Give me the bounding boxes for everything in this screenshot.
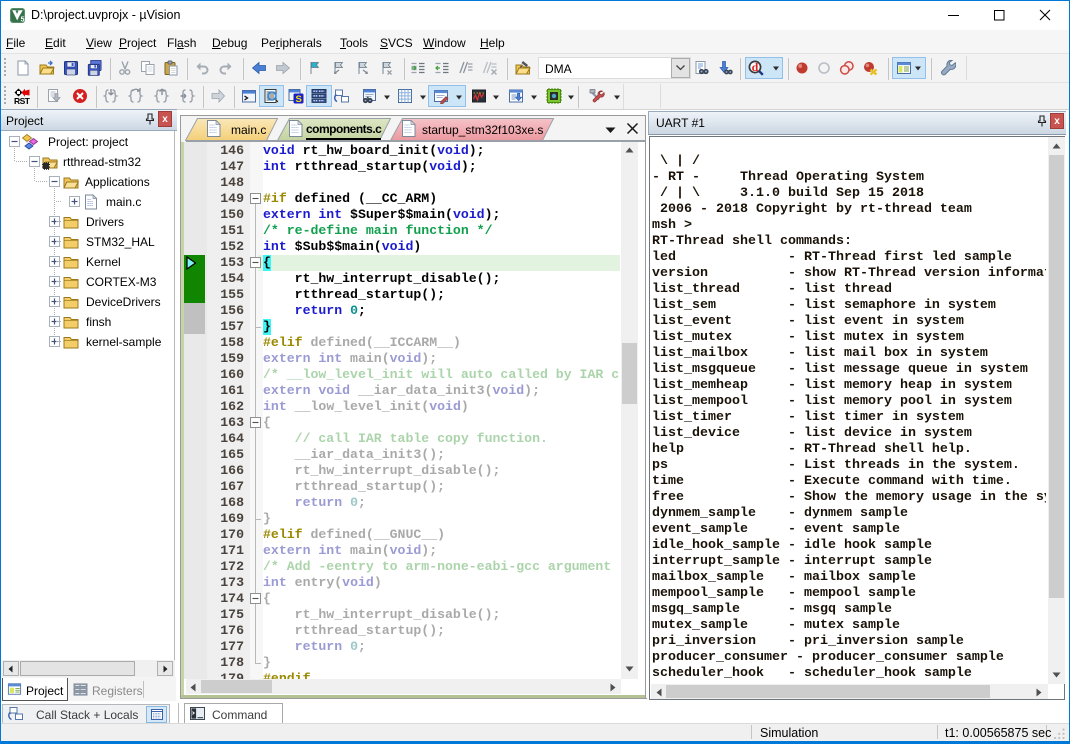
svg-text:RST: RST bbox=[14, 96, 30, 104]
svg-text:d: d bbox=[752, 60, 759, 74]
svg-text:5: 5 bbox=[21, 16, 25, 23]
svg-text:S: S bbox=[296, 94, 302, 104]
